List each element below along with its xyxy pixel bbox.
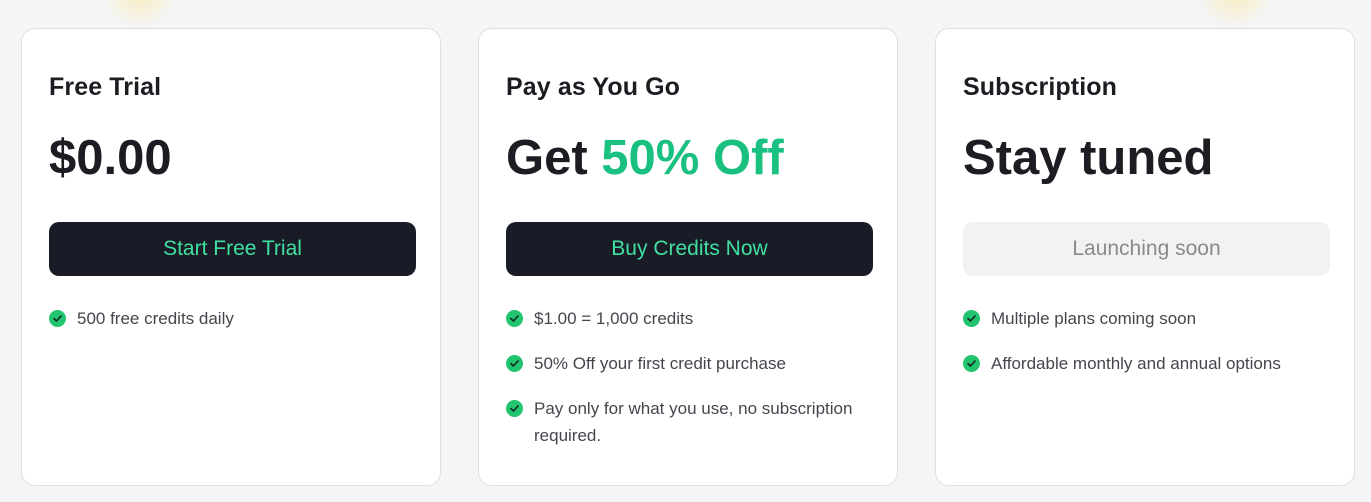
plan-card-pay-as-you-go: Pay as You Go Get 50% Off Buy Credits No…: [478, 28, 898, 486]
check-circle-icon: [963, 355, 980, 372]
plan-title: Subscription: [963, 73, 1117, 101]
background-decoration-right: [1195, 0, 1275, 30]
feature-text: Pay only for what you use, no subscripti…: [534, 399, 853, 445]
check-circle-icon: [506, 310, 523, 327]
feature-list: Multiple plans coming soon Affordable mo…: [963, 305, 1332, 395]
price-discount-highlight: 50% Off: [601, 131, 784, 185]
feature-text: $1.00 = 1,000 credits: [534, 309, 694, 328]
buy-credits-now-button[interactable]: Buy Credits Now: [506, 222, 873, 276]
feature-item: Multiple plans coming soon: [963, 305, 1332, 332]
check-circle-icon: [49, 310, 66, 327]
feature-item: 50% Off your first credit purchase: [506, 350, 875, 377]
feature-list: $1.00 = 1,000 credits 50% Off your first…: [506, 305, 875, 467]
check-circle-icon: [506, 400, 523, 417]
feature-text: 500 free credits daily: [77, 309, 234, 328]
plan-price: $0.00: [49, 131, 172, 185]
plan-title: Free Trial: [49, 73, 162, 101]
launching-soon-button: Launching soon: [963, 222, 1330, 276]
feature-item: $1.00 = 1,000 credits: [506, 305, 875, 332]
plan-title: Pay as You Go: [506, 73, 681, 101]
plan-price: Stay tuned: [963, 131, 1214, 185]
feature-list: 500 free credits daily: [49, 305, 418, 350]
background-decoration-left: [100, 0, 180, 30]
start-free-trial-button[interactable]: Start Free Trial: [49, 222, 416, 276]
price-prefix: Get: [506, 131, 602, 185]
plan-price: Get 50% Off: [506, 131, 784, 186]
plan-card-free-trial: Free Trial $0.00 Start Free Trial 500 fr…: [21, 28, 441, 486]
feature-text: Multiple plans coming soon: [991, 309, 1197, 328]
check-circle-icon: [506, 355, 523, 372]
plan-card-subscription: Subscription Stay tuned Launching soon M…: [935, 28, 1355, 486]
feature-text: Affordable monthly and annual options: [991, 354, 1281, 373]
feature-item: Affordable monthly and annual options: [963, 350, 1332, 377]
feature-text: 50% Off your first credit purchase: [534, 354, 786, 373]
check-circle-icon: [963, 310, 980, 327]
feature-item: Pay only for what you use, no subscripti…: [506, 395, 875, 449]
feature-item: 500 free credits daily: [49, 305, 418, 332]
